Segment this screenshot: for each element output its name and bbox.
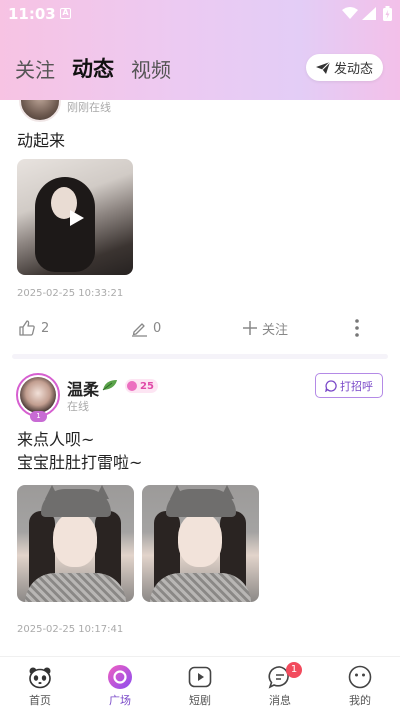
bottom-nav: 首页 广场 短剧 1 消息 我的 [0,656,400,712]
panda-icon [29,667,51,689]
avatar[interactable] [19,100,61,122]
battery-icon [383,6,392,21]
tab-moments[interactable]: 动态 [72,53,114,83]
nav-shortdrama-label: 短剧 [189,694,211,707]
online-status: 刚刚在线 [67,101,111,114]
nav-plaza[interactable]: 广场 [80,657,160,712]
nav-profile-label: 我的 [349,694,371,707]
level-badge: 25 [125,379,158,393]
nav-home[interactable]: 首页 [0,657,80,712]
avatar-level-badge: 1 [30,411,47,422]
level-badge-value: 25 [140,380,154,392]
photo-hat [41,489,111,517]
avatar-image [20,377,56,413]
photo-figure-face [178,513,222,567]
badge-dot-icon [127,381,137,391]
post-text: 来点人呗~ 宝宝肚肚打雷啦~ [17,428,142,474]
post-text-line-2: 宝宝肚肚打雷啦~ [17,453,143,472]
post-text-line-1: 来点人呗~ [17,430,95,449]
status-time: 11:03 [8,5,56,23]
comment-count: 0 [153,320,162,336]
more-icon[interactable] [354,316,360,340]
like-button[interactable]: 2 [18,316,49,340]
wifi-icon [342,7,358,19]
play-icon[interactable] [66,208,86,228]
plus-icon [243,321,257,335]
status-bar: 11:03 A [0,0,400,28]
tab-videos[interactable]: 视频 [131,54,171,83]
post-photo-2[interactable] [142,485,259,602]
nav-profile[interactable]: 我的 [320,657,400,712]
like-count: 2 [41,320,50,336]
feed[interactable]: 刚刚在线 动起来 2025-02-25 10:33:21 2 0 关注 1 温柔… [0,100,400,656]
smile-icon [348,665,372,689]
photo-hat [166,489,236,517]
user-name[interactable]: 温柔 [67,376,99,400]
post-text: 动起来 [17,131,66,150]
post-moment-label: 发动态 [333,62,373,77]
thumbs-up-icon [19,320,35,336]
nav-shortdrama[interactable]: 短剧 [160,657,240,712]
chat-bubble-icon [325,379,337,392]
signal-icon [362,7,376,20]
edit-icon [132,322,147,337]
greet-button[interactable]: 打招呼 [315,373,383,398]
follow-label: 关注 [262,322,289,338]
nav-messages[interactable]: 1 消息 [240,657,320,712]
top-tabs: 关注 动态 视频 [15,55,188,83]
post-photo-1[interactable] [17,485,134,602]
send-icon [315,61,330,74]
photo-figure-coat [150,573,251,602]
post-actions: 2 0 关注 [0,316,400,340]
post-timestamp: 2025-02-25 10:17:41 [17,624,124,635]
nav-home-label: 首页 [29,694,51,707]
online-status: 在线 [67,400,89,413]
photo-figure-face [53,513,97,567]
message-count-badge: 1 [286,662,302,678]
play-icon [188,666,212,688]
nav-plaza-label: 广场 [109,694,131,707]
notification-a-icon: A [60,8,71,19]
plaza-icon [108,665,132,689]
leaf-icon [102,380,117,391]
post-video[interactable] [17,159,133,275]
comment-button[interactable]: 0 [131,316,161,340]
tab-follow[interactable]: 关注 [15,54,55,83]
post-timestamp: 2025-02-25 10:33:21 [17,288,124,299]
greet-label: 打招呼 [340,379,373,393]
post-moment-button[interactable]: 发动态 [306,54,383,81]
post-divider [12,354,388,359]
photo-figure-coat [25,573,126,602]
follow-button[interactable]: 关注 [243,316,288,340]
nav-messages-label: 消息 [269,694,291,707]
